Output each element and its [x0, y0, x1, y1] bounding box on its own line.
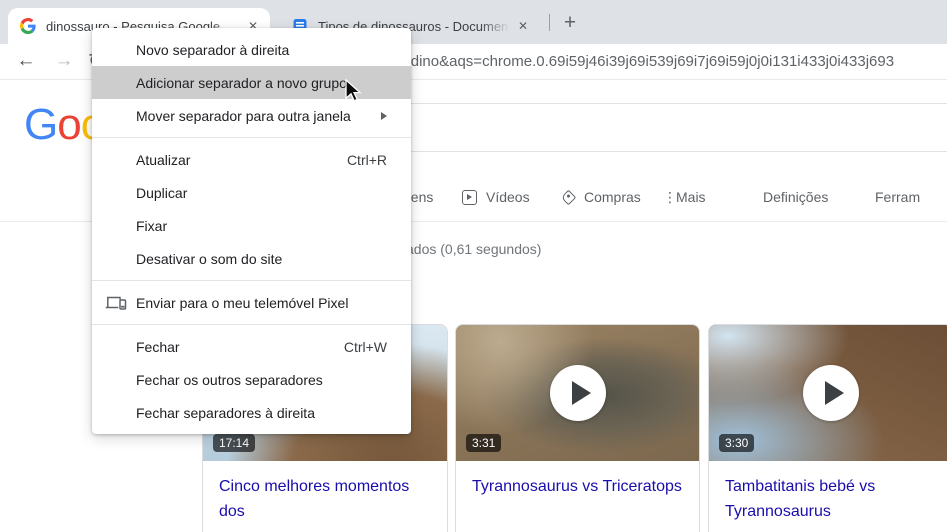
devices-icon	[105, 295, 127, 314]
results-stats: ados (0,61 segundos)	[406, 241, 541, 257]
back-icon[interactable]: ←	[12, 47, 40, 75]
menu-item-label: Fechar separadores à direita	[136, 405, 315, 421]
play-icon	[803, 365, 859, 421]
video-title[interactable]: Tambatitanis bebé vs Tyrannosaurus	[709, 461, 947, 524]
menu-item-label: Fechar	[136, 339, 180, 355]
menu-item-mover-para-janela[interactable]: Mover separador para outra janela	[92, 99, 411, 132]
menu-item-duplicar[interactable]: Duplicar	[92, 176, 411, 209]
video-duration-badge: 3:30	[719, 434, 754, 452]
video-thumbnail[interactable]: 3:30	[709, 325, 947, 461]
nav-compras[interactable]: Compras	[584, 189, 641, 205]
nav-definicoes[interactable]: Definições	[763, 189, 828, 205]
video-thumbnail[interactable]: 3:31	[456, 325, 699, 461]
video-title[interactable]: Tyrannosaurus vs Triceratops	[456, 461, 699, 499]
menu-item-enviar-para-pixel[interactable]: Enviar para o meu telemóvel Pixel	[92, 286, 411, 319]
address-bar[interactable]: =dino&aqs=chrome.0.69i59j46i39j69i539j69…	[402, 53, 947, 70]
menu-divider	[92, 324, 411, 325]
menu-item-label: Duplicar	[136, 185, 187, 201]
nav-videos[interactable]: Vídeos	[486, 189, 530, 205]
menu-item-atualizar[interactable]: Atualizar Ctrl+R	[92, 143, 411, 176]
menu-item-label: Adicionar separador a novo grupo	[136, 75, 347, 91]
menu-item-adicionar-a-grupo[interactable]: Adicionar separador a novo grupo	[92, 66, 411, 99]
menu-item-label: Atualizar	[136, 152, 190, 168]
tab-separator	[549, 14, 550, 31]
menu-item-label: Enviar para o meu telemóvel Pixel	[136, 295, 348, 311]
new-tab-button[interactable]: +	[556, 9, 584, 37]
shopping-tag-icon	[561, 190, 577, 206]
menu-item-label: Fechar os outros separadores	[136, 372, 323, 388]
menu-item-label: Fixar	[136, 218, 167, 234]
videos-icon	[462, 190, 477, 205]
video-duration-badge: 3:31	[466, 434, 501, 452]
video-duration-badge: 17:14	[213, 434, 255, 452]
submenu-arrow-icon	[381, 112, 387, 120]
video-card[interactable]: 3:31 Tyrannosaurus vs Triceratops	[455, 324, 700, 532]
menu-item-fechar-a-direita[interactable]: Fechar separadores à direita	[92, 396, 411, 429]
video-title[interactable]: Cinco melhores momentos dos	[203, 461, 447, 524]
menu-item-label: Desativar o som do site	[136, 251, 282, 267]
google-favicon-icon	[20, 18, 36, 34]
video-card[interactable]: 3:30 Tambatitanis bebé vs Tyrannosaurus	[708, 324, 947, 532]
menu-item-desativar-som[interactable]: Desativar o som do site	[92, 242, 411, 275]
nav-mais[interactable]: Mais	[676, 189, 706, 205]
tab-title-fade	[480, 12, 510, 40]
menu-item-label: Novo separador à direita	[136, 42, 289, 58]
menu-divider	[92, 280, 411, 281]
browser-window: dinossauro - Pesquisa Google ✕ Tipos de …	[0, 0, 947, 532]
forward-icon[interactable]: →	[50, 47, 78, 75]
play-icon	[550, 365, 606, 421]
menu-item-fechar[interactable]: Fechar Ctrl+W	[92, 330, 411, 363]
menu-item-fechar-outros[interactable]: Fechar os outros separadores	[92, 363, 411, 396]
logo-letter: G	[24, 100, 57, 149]
tab-context-menu: Novo separador à direita Adicionar separ…	[92, 28, 411, 434]
menu-item-label: Mover separador para outra janela	[136, 108, 351, 124]
menu-shortcut: Ctrl+R	[347, 152, 387, 168]
more-vertical-icon: ⋮	[663, 189, 677, 206]
logo-letter: o	[57, 100, 80, 149]
nav-ferramentas-partial[interactable]: Ferram	[875, 189, 920, 205]
menu-shortcut: Ctrl+W	[344, 339, 387, 355]
menu-item-novo-separador[interactable]: Novo separador à direita	[92, 33, 411, 66]
menu-divider	[92, 137, 411, 138]
close-tab-icon[interactable]: ✕	[514, 17, 532, 35]
menu-item-fixar[interactable]: Fixar	[92, 209, 411, 242]
